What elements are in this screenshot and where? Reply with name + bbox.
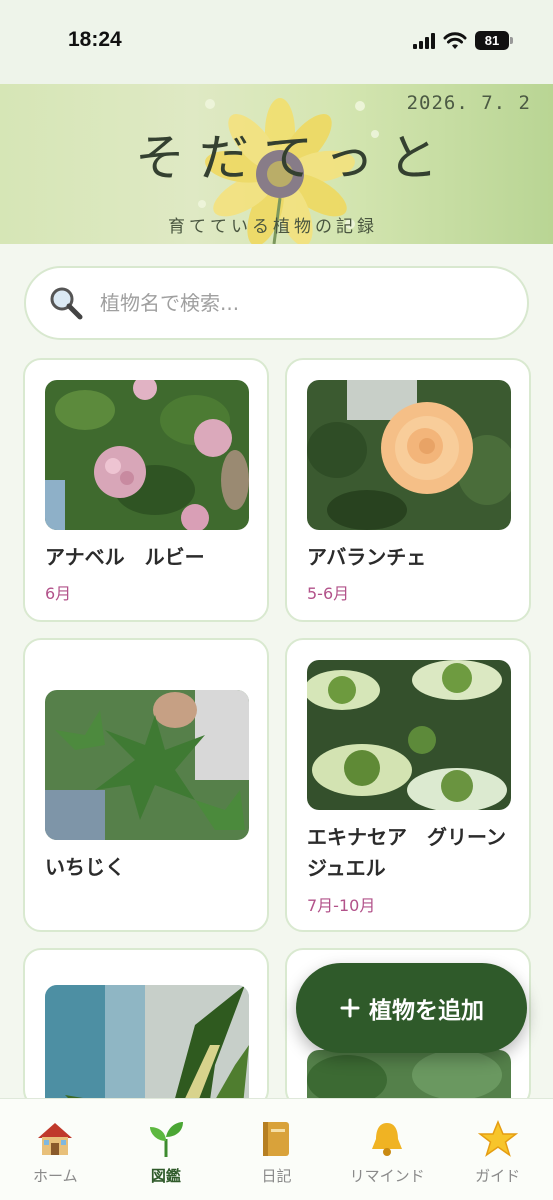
nav-item-encyclopedia[interactable]: 図鑑 <box>111 1099 222 1200</box>
status-icons: 81 <box>413 31 513 50</box>
add-plant-label: 植物を追加 <box>369 998 484 1024</box>
header-banner: 2026. 7. 2 そだてっと 育てている植物の記録 <box>0 84 553 244</box>
plant-card[interactable]: アナベル ルビー 6月 <box>23 358 269 622</box>
plant-photo <box>45 690 249 840</box>
search-bar[interactable] <box>24 266 529 340</box>
bottom-nav: ホーム 図鑑 日記 リマインド ガイド <box>0 1098 553 1200</box>
plant-card[interactable]: アバランチェ 5-6月 <box>285 358 531 622</box>
add-plant-button[interactable]: 植物を追加 <box>296 963 527 1053</box>
nav-item-home[interactable]: ホーム <box>0 1099 111 1200</box>
battery-icon: 81 <box>475 31 513 50</box>
notebook-icon <box>263 1122 290 1156</box>
star-icon <box>477 1120 518 1157</box>
nav-item-guide[interactable]: ガイド <box>442 1099 553 1200</box>
status-time: 18:24 <box>68 28 122 51</box>
app-subtitle: 育てている植物の記録 <box>168 217 378 237</box>
plant-photo <box>307 660 511 810</box>
nav-label: 日記 <box>261 1167 292 1185</box>
nav-label: ホーム <box>33 1167 78 1185</box>
plant-season: 6月 <box>45 584 72 603</box>
status-bar: 18:24 81 <box>0 0 553 84</box>
plant-photo <box>45 380 249 530</box>
plant-name: アバランチェ <box>307 545 427 569</box>
app-title: そだてっと <box>135 129 452 187</box>
nav-label: ガイド <box>475 1167 521 1185</box>
seedling-icon <box>149 1122 183 1157</box>
bell-icon <box>372 1123 403 1156</box>
plant-name: いちじく <box>45 855 125 879</box>
plant-name: エキナセア グリーンジュエル <box>307 825 506 880</box>
nav-item-reminder[interactable]: リマインド <box>332 1099 443 1200</box>
search-input[interactable] <box>100 291 480 315</box>
wifi-icon <box>443 31 467 49</box>
house-icon <box>38 1123 73 1155</box>
signal-icon <box>413 32 435 49</box>
magnifier-icon <box>50 287 83 320</box>
plant-season: 7月-10月 <box>307 896 376 915</box>
plant-season: 5-6月 <box>307 584 350 603</box>
plant-card[interactable] <box>23 948 269 1108</box>
nav-label: リマインド <box>349 1167 425 1185</box>
nav-item-diary[interactable]: 日記 <box>221 1099 332 1200</box>
plant-photo <box>45 985 249 1106</box>
plant-name: アナベル ルビー <box>45 545 205 569</box>
header-date: 2026. 7. 2 <box>406 92 531 114</box>
plant-card[interactable]: エキナセア グリーンジュエル 7月-10月 <box>285 638 531 932</box>
plant-photo <box>307 380 511 530</box>
nav-label: 図鑑 <box>150 1167 181 1185</box>
plus-icon <box>340 998 360 1018</box>
plant-card[interactable]: いちじく <box>23 638 269 932</box>
